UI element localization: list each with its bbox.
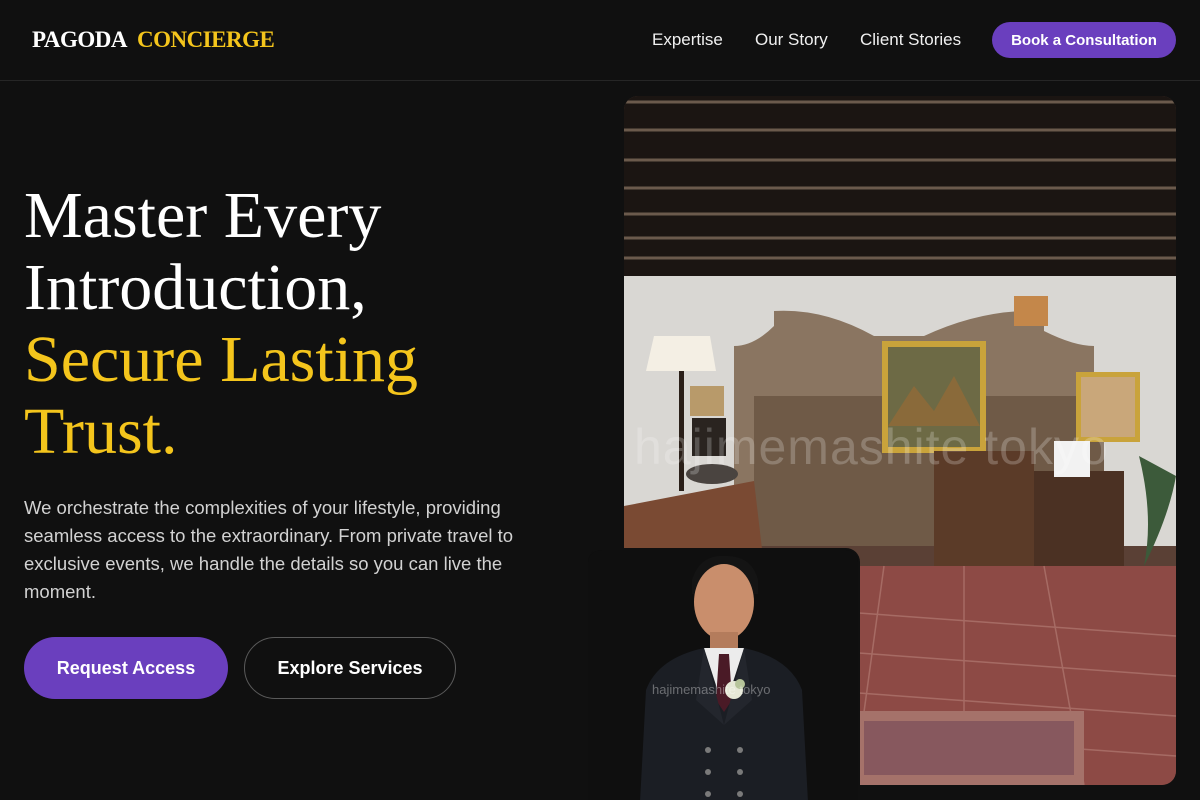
hero-headline: Master Every Introduction, Secure Lastin…: [24, 180, 584, 468]
portrait-image-watermark: hajimemashite tokyo: [652, 682, 771, 697]
request-access-button[interactable]: Request Access: [24, 637, 228, 699]
headline-line-4: Trust.: [24, 395, 178, 468]
lobby-image-watermark: hajimemashite tokyo: [634, 419, 1109, 475]
nav-link-expertise[interactable]: Expertise: [652, 30, 723, 50]
brand-name-primary: PAGODA: [32, 27, 127, 52]
nav-link-client-stories[interactable]: Client Stories: [860, 30, 961, 50]
headline-line-2: Introduction,: [24, 251, 367, 324]
site-header: PAGODA CONCIERGE Expertise Our Story Clie…: [0, 0, 1200, 81]
concierge-portrait-image: hajimemashite tokyo: [588, 548, 860, 800]
brand-logo[interactable]: PAGODA CONCIERGE: [32, 27, 275, 53]
brand-name-accent: CONCIERGE: [136, 27, 275, 52]
headline-line-3: Secure Lasting: [24, 323, 419, 396]
nav-link-our-story[interactable]: Our Story: [755, 30, 828, 50]
hero-description: We orchestrate the complexities of your …: [24, 497, 514, 602]
explore-services-button[interactable]: Explore Services: [244, 637, 456, 699]
headline-line-1: Master Every: [24, 179, 382, 252]
book-consultation-button[interactable]: Book a Consultation: [992, 22, 1176, 58]
